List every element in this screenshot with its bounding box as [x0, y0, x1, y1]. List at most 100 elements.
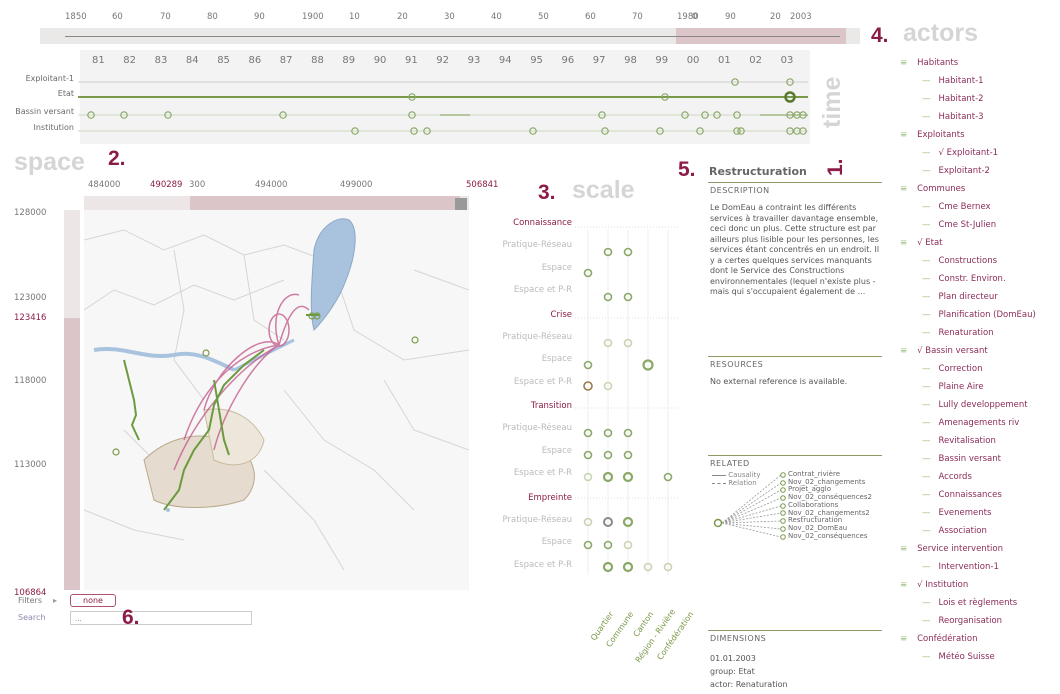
- actor-group[interactable]: ≡ Habitants: [900, 58, 958, 68]
- actor-item[interactable]: — Cme Bernex: [922, 202, 991, 212]
- actor-group[interactable]: ≡ Confédération: [900, 634, 977, 644]
- actor-item[interactable]: — Plan directeur: [922, 292, 998, 302]
- actor-item[interactable]: — Amenagements riv: [922, 418, 1019, 428]
- timeline-overview-tick: 30: [444, 12, 455, 22]
- scale-group-title: Connaissance: [513, 218, 572, 228]
- actor-group[interactable]: ≡ Exploitants: [900, 130, 965, 140]
- filters-value-button[interactable]: none: [70, 594, 116, 607]
- timeline-overview-tick: 90: [254, 12, 265, 22]
- actor-item[interactable]: — Lully developpement: [922, 400, 1028, 410]
- timeline-overview-tick: 90: [725, 12, 736, 22]
- branch-icon: —: [922, 256, 931, 266]
- resources-text: No external reference is available.: [710, 377, 848, 386]
- branch-icon: —: [922, 562, 931, 572]
- actor-item[interactable]: — Exploitant-2: [922, 166, 990, 176]
- actor-group[interactable]: ≡ √ Bassin versant: [900, 346, 988, 356]
- group-icon: ≡: [900, 346, 908, 356]
- actor-item-label: Lois et règlements: [938, 598, 1018, 608]
- description-header: DESCRIPTION: [710, 186, 770, 195]
- branch-icon: —: [922, 166, 931, 176]
- actor-item-label: Revitalisation: [938, 436, 996, 446]
- dimensions-divider: [708, 630, 882, 631]
- actor-item[interactable]: — Renaturation: [922, 328, 994, 338]
- actor-item-label: Plan directeur: [938, 292, 998, 302]
- timeline-overview-tick: 10: [349, 12, 360, 22]
- actor-item[interactable]: — Evenements: [922, 508, 991, 518]
- space-heading-number: 2.: [108, 147, 126, 170]
- actor-item[interactable]: — √ Exploitant-1: [922, 148, 998, 158]
- space-map[interactable]: [84, 210, 469, 590]
- group-icon: ≡: [900, 580, 908, 590]
- actor-item[interactable]: — Reorganisation: [922, 616, 1002, 626]
- branch-icon: —: [922, 454, 931, 464]
- actor-item[interactable]: — Revitalisation: [922, 436, 996, 446]
- space-y-tick: 118000: [14, 376, 47, 386]
- dimensions-block: 01.01.2003 group: Etat actor: Renaturati…: [710, 652, 788, 691]
- actor-item[interactable]: — Habitant-2: [922, 94, 984, 104]
- actor-item-label: Cme Bernex: [938, 202, 991, 212]
- timeline-overview[interactable]: 1850 60 70 80 90 1900 10 20 30 40 50 60 70 1980 0 90 20 2…: [40, 8, 860, 46]
- actor-item[interactable]: — Lois et règlements: [922, 598, 1017, 608]
- actor-item[interactable]: — Constructions: [922, 256, 997, 266]
- actor-group[interactable]: ≡ Communes: [900, 184, 965, 194]
- space-x-tick: 506841: [466, 180, 499, 190]
- space-y-tick: 113000: [14, 460, 47, 470]
- actors-tree[interactable]: ≡ Habitants — Habitant-1 — Habitant-2 — Habitan…: [900, 58, 1060, 678]
- timeline-events[interactable]: [0, 50, 830, 146]
- actor-item[interactable]: — Habitant-3: [922, 112, 984, 122]
- actor-item[interactable]: — Constr. Environ.: [922, 274, 1006, 284]
- search-input[interactable]: [70, 611, 252, 625]
- actor-item[interactable]: — Connaissances: [922, 490, 1002, 500]
- related-graph: [713, 472, 786, 540]
- actor-item-label: Habitant-3: [938, 112, 984, 122]
- details-divider: [708, 182, 882, 183]
- timeline-overview-tick: 60: [112, 12, 123, 22]
- branch-icon: —: [922, 94, 931, 104]
- space-x-tick: 499000: [340, 180, 373, 190]
- details-number: 5.: [678, 158, 696, 181]
- branch-icon: —: [922, 292, 931, 302]
- resources-header: RESOURCES: [710, 360, 764, 369]
- scale-group-title: Empreinte: [528, 492, 572, 503]
- actor-item-label: Habitant-1: [938, 76, 984, 86]
- space-y-scroll-selection[interactable]: [64, 318, 80, 590]
- actor-item[interactable]: — Planification (DomEau): [922, 310, 1036, 320]
- timeline-overview-tick: 1850: [65, 12, 87, 22]
- actor-item[interactable]: — Accords: [922, 472, 972, 482]
- scale-row-label: Espace: [541, 262, 572, 273]
- group-icon: ≡: [900, 130, 908, 140]
- actor-item[interactable]: — Cme St-Julien: [922, 220, 996, 230]
- timeline-overview-tick: 2003: [790, 12, 812, 22]
- actor-item[interactable]: — Intervention-1: [922, 562, 999, 572]
- actor-group[interactable]: ≡ Service intervention: [900, 544, 1003, 554]
- related-item[interactable]: Nov_02_conséquences: [788, 532, 872, 541]
- actor-item[interactable]: — Météo Suisse: [922, 652, 995, 662]
- scale-row-label: Espace: [541, 445, 572, 456]
- actor-item-label: Constructions: [938, 256, 998, 266]
- actor-item[interactable]: — Habitant-1: [922, 76, 984, 86]
- branch-icon: —: [922, 472, 931, 482]
- group-icon: ≡: [900, 184, 908, 194]
- scale-group-title: Transition: [530, 401, 572, 411]
- space-corner-handle[interactable]: [455, 198, 467, 210]
- actor-item[interactable]: — Correction: [922, 364, 982, 374]
- actor-item[interactable]: — Bassin versant: [922, 454, 1001, 464]
- timeline-overview-tick: 50: [538, 12, 549, 22]
- actor-item[interactable]: — Association: [922, 526, 987, 536]
- actor-group[interactable]: ≡ √ Etat: [900, 238, 943, 248]
- actor-item-label: Correction: [938, 364, 983, 374]
- scale-row-label: Pratique-Réseau: [502, 240, 572, 250]
- branch-icon: —: [922, 382, 931, 392]
- branch-icon: —: [922, 310, 931, 320]
- scale-matrix[interactable]: [575, 215, 685, 580]
- actor-item-label: Cme St-Julien: [938, 220, 997, 230]
- actor-item-label: √ Exploitant-1: [938, 148, 999, 158]
- timeline-overview-tick: 80: [207, 12, 218, 22]
- space-x-scroll-selection[interactable]: [190, 196, 460, 210]
- actors-heading-number: 4.: [871, 24, 889, 47]
- actor-group[interactable]: ≡ √ Institution: [900, 580, 968, 590]
- scale-row-label: Espace: [541, 354, 572, 364]
- actor-item[interactable]: — Plaine Aire: [922, 382, 984, 392]
- timeline-overview-axis: [65, 36, 840, 37]
- actor-item-label: Planification (DomEau): [938, 310, 1036, 320]
